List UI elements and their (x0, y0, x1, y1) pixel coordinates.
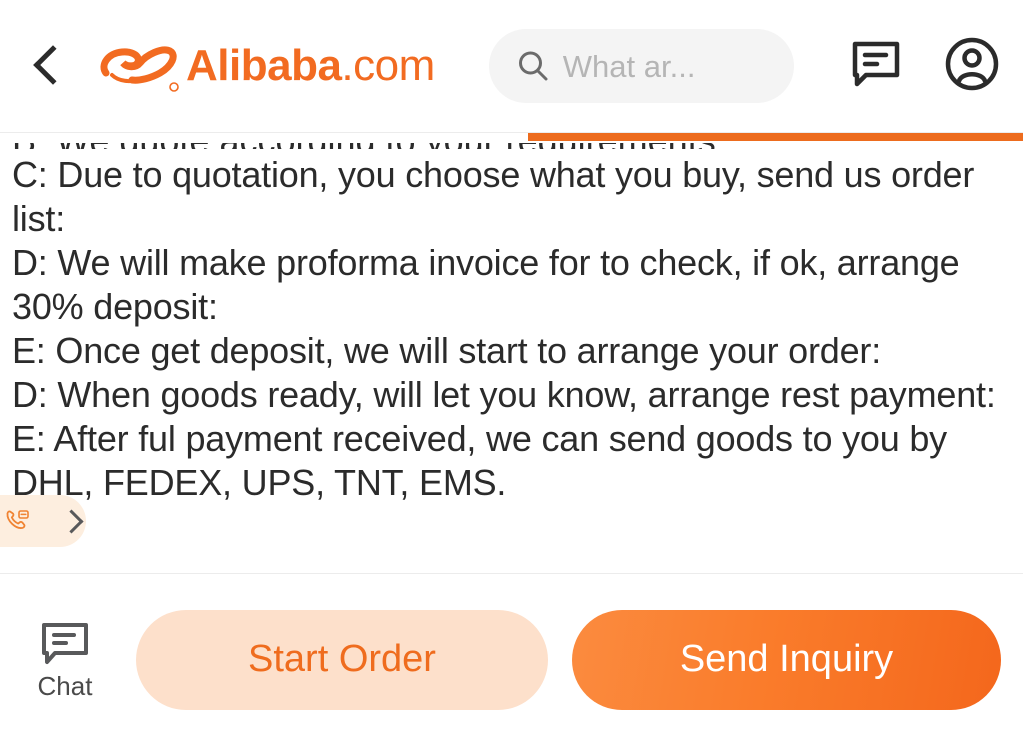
search-placeholder-text: What ar... (562, 50, 696, 82)
chat-button[interactable]: Chat (26, 621, 104, 699)
clipped-previous-line: B: We quote according to your requiremen… (12, 143, 1011, 149)
app-root: Alibaba.com What ar... C: Due to quotati… (0, 0, 1023, 745)
chevron-right-icon (62, 508, 78, 534)
description-text-block: C: Due to quotation, you choose what you… (12, 153, 1011, 505)
description-paragraph: C: Due to quotation, you choose what you… (12, 154, 975, 239)
chat-bubble-icon (40, 621, 90, 665)
send-inquiry-button[interactable]: Send Inquiry (572, 609, 1001, 710)
search-input[interactable]: What ar... (488, 29, 794, 103)
floating-contact-supplier-widget[interactable] (0, 495, 86, 547)
description-paragraph: D: We will make proforma invoice for to … (12, 242, 960, 327)
chevron-left-icon (32, 44, 58, 88)
phone-message-icon (4, 508, 30, 534)
account-circle-icon (944, 36, 1000, 97)
back-button[interactable] (18, 36, 72, 96)
app-header: Alibaba.com What ar... (0, 0, 1023, 133)
description-paragraph: E: After ful payment received, we can se… (12, 418, 947, 503)
alibaba-logo-mark (96, 35, 182, 97)
active-tab-underline (528, 133, 1023, 141)
logo-tld-text: .com (341, 41, 435, 90)
logo-brand-text: Alibaba (186, 41, 342, 90)
alibaba-logo[interactable]: Alibaba.com (96, 31, 435, 101)
logo-wordmark: Alibaba.com (186, 44, 435, 88)
tab-indicator-strip (0, 133, 1023, 143)
product-description-scroll-area[interactable]: B: We quote according to your requiremen… (0, 143, 1023, 573)
search-icon (515, 48, 551, 84)
chat-button-label: Chat (37, 670, 93, 701)
description-paragraph: D: When goods ready, will let you know, … (12, 374, 996, 415)
message-bubble-icon (850, 39, 902, 94)
messages-button[interactable] (845, 35, 907, 97)
start-order-button[interactable]: Start Order (136, 609, 548, 710)
description-paragraph: E: Once get deposit, we will start to ar… (12, 330, 882, 371)
account-button[interactable] (941, 35, 1003, 97)
bottom-action-bar: Chat Start Order Send Inquiry (0, 573, 1023, 745)
